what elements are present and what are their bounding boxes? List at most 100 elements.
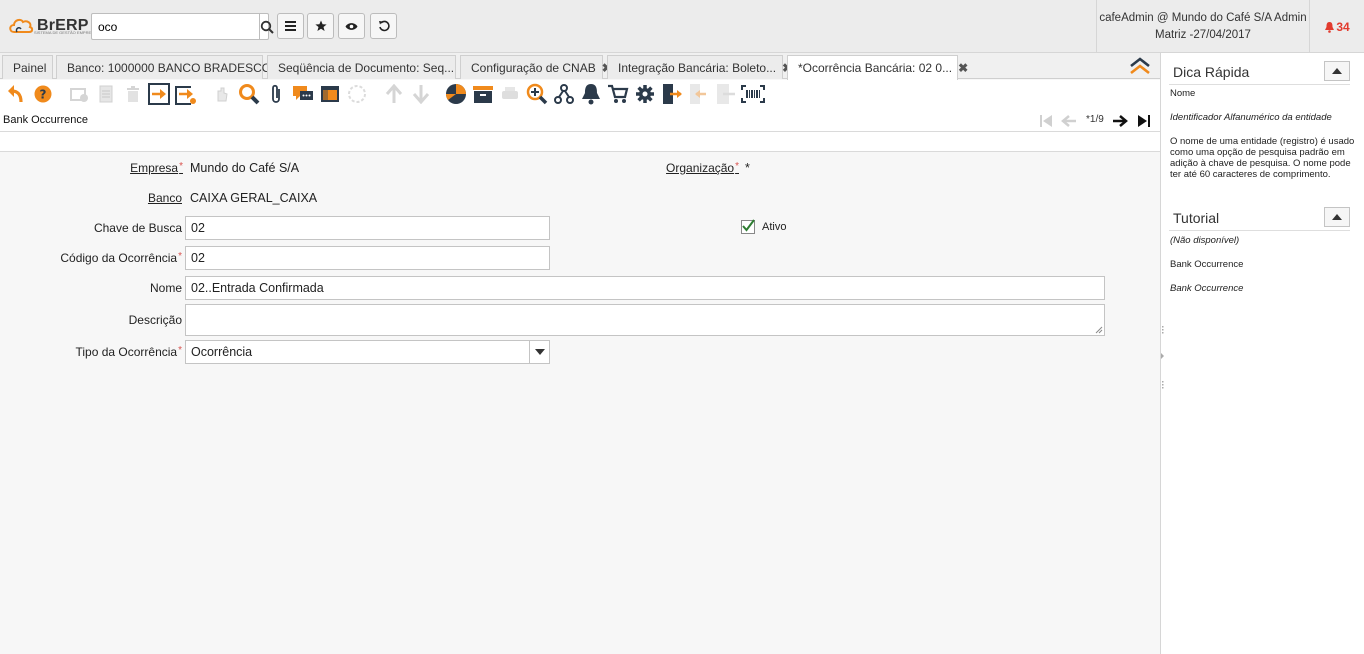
zoom-across-button[interactable] xyxy=(525,82,549,106)
resize-handle-icon[interactable] xyxy=(1095,326,1103,334)
notification-count: 34 xyxy=(1336,19,1350,34)
codigo-ocorrencia-label: Código da Ocorrência* xyxy=(60,251,182,265)
tab-painel[interactable]: Painel xyxy=(2,55,53,79)
chevron-down-icon xyxy=(534,349,545,355)
copy-icon xyxy=(99,85,113,103)
nome-label: Nome xyxy=(149,281,182,295)
report-button[interactable] xyxy=(444,82,468,106)
ativo-checkbox[interactable] xyxy=(741,219,755,234)
refresh-button[interactable] xyxy=(210,82,234,106)
dropdown-button[interactable] xyxy=(529,341,549,363)
menu-button[interactable] xyxy=(277,13,304,39)
tab-ocorrencia-bancaria[interactable]: *Ocorrência Bancária: 02 0... ✖ xyxy=(787,55,968,80)
note-icon xyxy=(321,86,339,102)
chat-button[interactable] xyxy=(291,82,315,106)
zoom-in-icon xyxy=(526,83,548,105)
tab-sequencia-documento[interactable]: Seqüência de Documento: Seq... ✖ xyxy=(267,55,470,79)
chevron-up-icon xyxy=(1332,214,1342,220)
user-context: cafeAdmin @ Mundo do Café S/A Admin xyxy=(1099,12,1307,24)
empresa-label-text: Empresa xyxy=(130,161,179,175)
collapse-header-icon[interactable] xyxy=(1128,56,1152,76)
close-icon[interactable]: ✖ xyxy=(952,61,968,75)
import-button[interactable] xyxy=(687,82,711,106)
last-record-button[interactable] xyxy=(1135,112,1153,130)
file-import-button[interactable] xyxy=(714,82,738,106)
copy-record-button[interactable] xyxy=(94,82,118,106)
attachment-button[interactable] xyxy=(264,82,288,106)
window-title-row: Bank Occurrence *1/9 xyxy=(0,108,1160,132)
header: BrERP SISTEMA DE GESTÃO EMPRESARIAL cafe… xyxy=(0,0,1364,53)
history-button[interactable] xyxy=(370,13,397,39)
bell-icon xyxy=(582,84,600,105)
delete-button[interactable] xyxy=(121,82,145,106)
tipo-ocorrencia-select[interactable]: Ocorrência xyxy=(185,340,550,364)
quick-tip-title: Dica Rápida xyxy=(1173,64,1250,80)
nome-input[interactable]: 02..Entrada Confirmada xyxy=(185,276,1105,300)
archive-icon xyxy=(473,86,493,103)
organizacao-label[interactable]: Organização* xyxy=(666,161,739,175)
empresa-label[interactable]: Empresa* xyxy=(130,161,183,175)
tutorial-description: Bank Occurrence xyxy=(1170,283,1244,294)
detail-record-button[interactable] xyxy=(409,82,433,106)
archive-button[interactable] xyxy=(471,82,495,106)
descricao-textarea[interactable] xyxy=(185,304,1105,336)
tipo-ocorrencia-label: Tipo da Ocorrência* xyxy=(75,345,182,359)
arrow-up-icon xyxy=(385,84,403,103)
export-button[interactable] xyxy=(660,82,684,106)
recent-views-button[interactable] xyxy=(338,13,365,39)
first-record-button[interactable] xyxy=(1037,112,1055,130)
chat-icon xyxy=(293,86,313,100)
brerp-logo[interactable]: BrERP xyxy=(8,12,89,40)
search-input[interactable] xyxy=(92,14,259,39)
banco-label[interactable]: Banco xyxy=(148,191,182,205)
panel-splitter-icon[interactable] xyxy=(1161,324,1165,390)
save-and-new-button[interactable] xyxy=(174,82,198,106)
user-info[interactable]: cafeAdmin @ Mundo do Café S/A Admin Matr… xyxy=(1096,0,1309,53)
svg-text:?: ? xyxy=(40,88,47,102)
record-indicator: *1/9 xyxy=(1086,114,1104,125)
barcode-button[interactable] xyxy=(741,82,765,106)
global-search[interactable] xyxy=(91,13,274,40)
tab-banco[interactable]: Banco: 1000000 BANCO BRADESCO ✖ xyxy=(56,55,287,79)
parent-record-button[interactable] xyxy=(382,82,406,106)
save-button[interactable] xyxy=(147,82,171,106)
hand-icon xyxy=(217,87,228,102)
product-info-button[interactable] xyxy=(606,82,630,106)
tab-configuracao-cnab[interactable]: Configuração de CNAB ✖ xyxy=(460,55,612,79)
requests-button[interactable] xyxy=(579,82,603,106)
collapse-quick-tip-button[interactable] xyxy=(1324,61,1350,81)
save-arrow-icon xyxy=(148,83,170,105)
arrow-left-icon xyxy=(1061,115,1076,127)
post-it-button[interactable] xyxy=(318,82,342,106)
help-field-description: Identificador Alfanumérico da entidade xyxy=(1170,112,1332,123)
chave-busca-input[interactable]: 02 xyxy=(185,216,550,240)
previous-record-button[interactable] xyxy=(1060,112,1078,130)
menu-icon xyxy=(285,21,296,31)
notifications[interactable]: 34 xyxy=(1309,0,1364,53)
paperclip-icon xyxy=(272,84,280,103)
tab-integracao-bancaria[interactable]: Integração Bancária: Boleto... ✖ xyxy=(607,55,792,79)
required-mark: * xyxy=(178,345,182,356)
history-records-button[interactable] xyxy=(345,82,369,106)
window-toolbar: ? xyxy=(0,80,1160,108)
search-button[interactable] xyxy=(259,14,274,39)
required-mark: * xyxy=(178,251,182,262)
next-record-button[interactable] xyxy=(1111,112,1129,130)
workflow-button[interactable] xyxy=(552,82,576,106)
print-button[interactable] xyxy=(498,82,522,106)
new-record-button[interactable] xyxy=(67,82,91,106)
process-button[interactable] xyxy=(633,82,657,106)
help-field-text: O nome de uma entidade (registro) é usad… xyxy=(1170,136,1355,180)
favourites-button[interactable] xyxy=(307,13,334,39)
record-form: Empresa* Mundo do Café S/A Organização* … xyxy=(0,152,1160,654)
tab-label: Integração Bancária: Boleto... xyxy=(618,60,777,75)
empresa-value: Mundo do Café S/A xyxy=(190,161,300,175)
find-button[interactable] xyxy=(237,82,261,106)
last-record-icon xyxy=(1138,115,1150,127)
undo-button[interactable] xyxy=(4,82,28,106)
help-button[interactable]: ? xyxy=(31,82,55,106)
collapse-tutorial-button[interactable] xyxy=(1324,207,1350,227)
required-mark: * xyxy=(735,161,739,172)
codigo-ocorrencia-input[interactable]: 02 xyxy=(185,246,550,270)
file-import-icon xyxy=(717,84,735,104)
